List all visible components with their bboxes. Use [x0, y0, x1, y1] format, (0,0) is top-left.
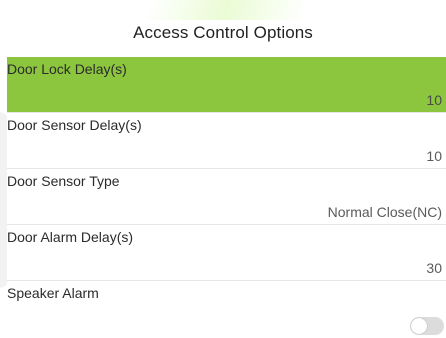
option-value: 10: [426, 92, 442, 108]
option-label: Door Alarm Delay(s): [7, 229, 134, 245]
option-door-lock-delay[interactable]: Door Lock Delay(s) 10: [7, 57, 446, 113]
option-label: Door Lock Delay(s): [7, 61, 127, 77]
option-value: 10: [426, 148, 442, 164]
option-label: Door Sensor Type: [7, 173, 120, 189]
option-door-sensor-delay[interactable]: Door Sensor Delay(s) 10: [7, 113, 446, 169]
toggle-knob: [411, 318, 427, 334]
option-door-alarm-delay[interactable]: Door Alarm Delay(s) 30: [7, 225, 446, 281]
option-speaker-alarm[interactable]: Speaker Alarm: [7, 281, 446, 337]
option-door-sensor-type[interactable]: Door Sensor Type Normal Close(NC): [7, 169, 446, 225]
option-value: Normal Close(NC): [327, 204, 442, 220]
header: Access Control Options: [0, 0, 446, 52]
screen: Access Control Options Door Lock Delay(s…: [0, 0, 446, 338]
speaker-alarm-toggle[interactable]: [410, 317, 444, 335]
page-title: Access Control Options: [133, 23, 313, 42]
option-label: Door Sensor Delay(s): [7, 117, 142, 133]
option-value: 30: [426, 260, 442, 276]
option-label: Speaker Alarm: [7, 285, 99, 301]
options-list: Door Lock Delay(s) 10 Door Sensor Delay(…: [7, 57, 446, 337]
